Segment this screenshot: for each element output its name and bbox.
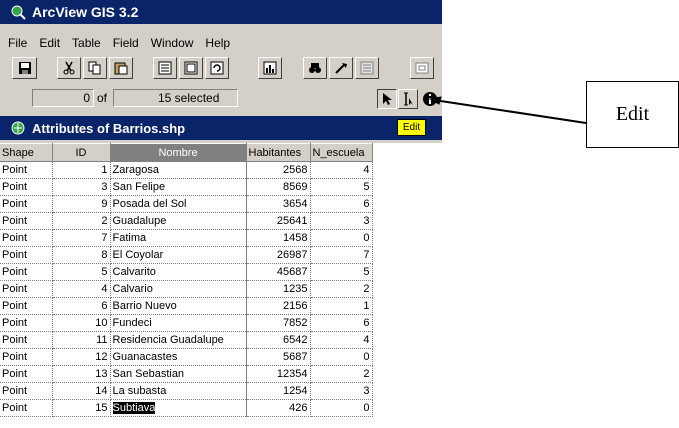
edit-callout-box: Edit xyxy=(586,81,679,148)
annotation-arrow xyxy=(428,96,587,124)
edit-callout-label: Edit xyxy=(615,103,650,125)
